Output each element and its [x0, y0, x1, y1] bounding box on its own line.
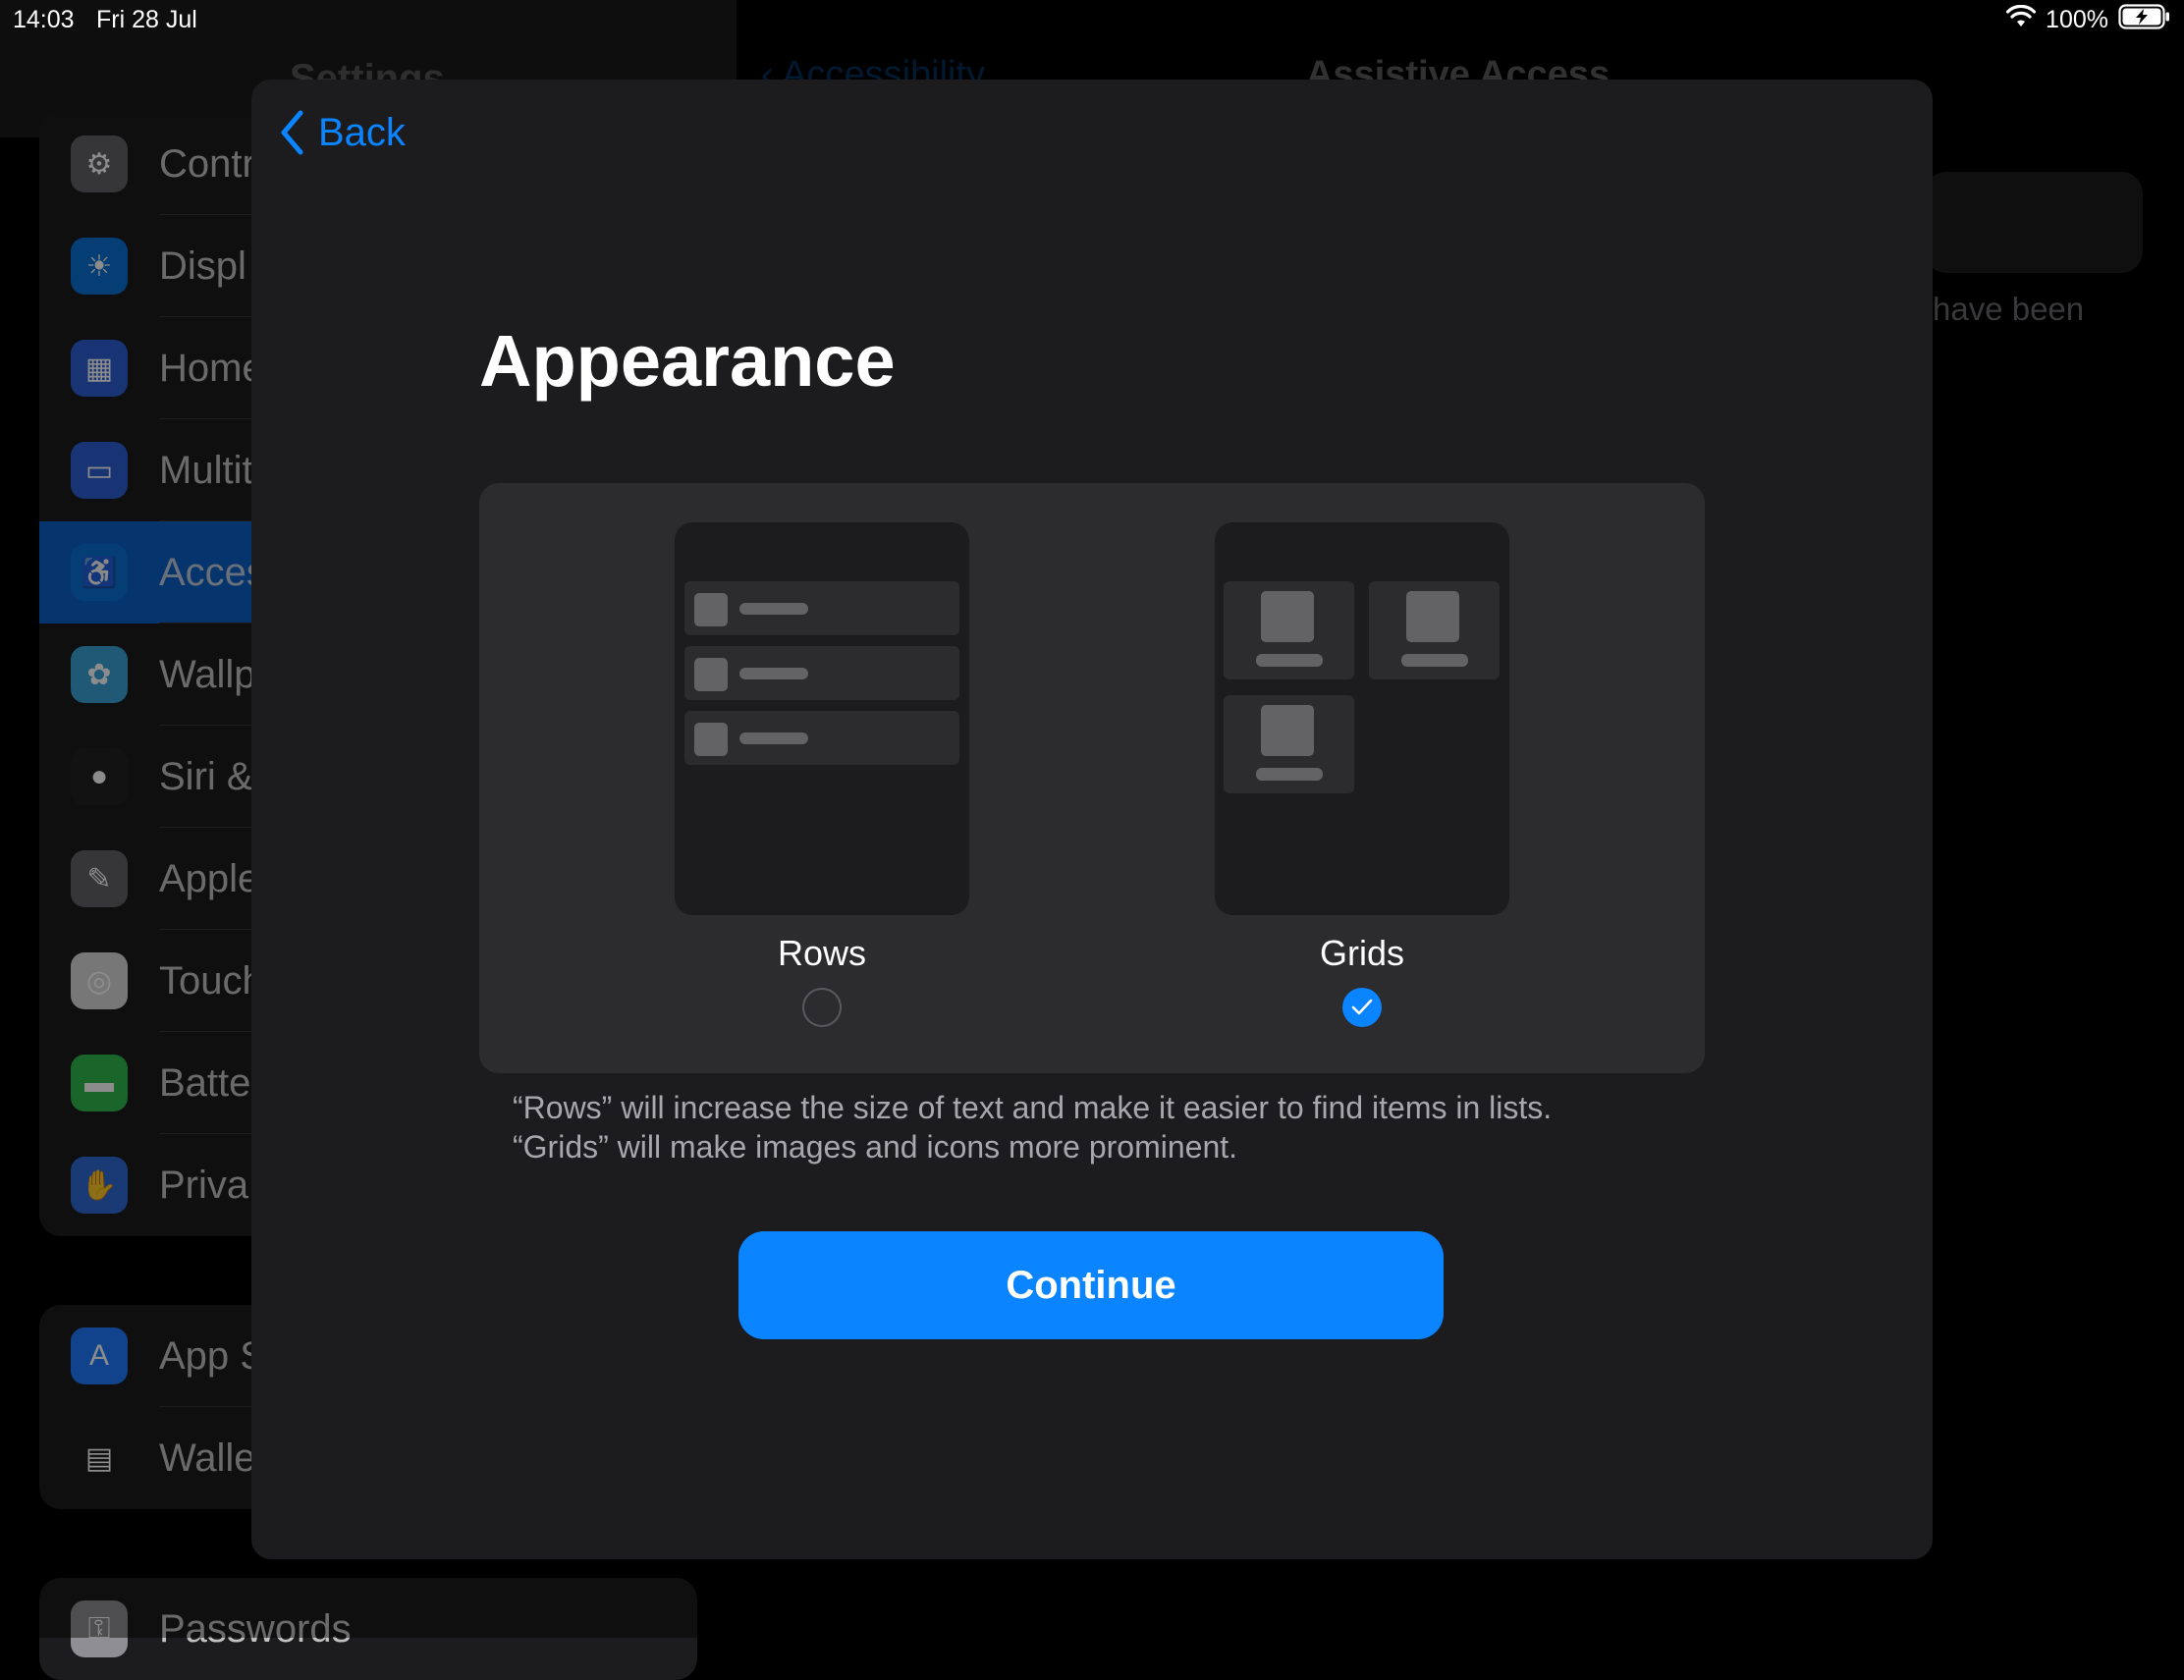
grids-radio[interactable]: [1342, 988, 1382, 1027]
option-rows[interactable]: Rows: [675, 522, 969, 1027]
wifi-icon: [2005, 4, 2037, 35]
appearance-options: Rows Grids: [479, 483, 1705, 1073]
status-date: Fri 28 Jul: [96, 6, 197, 33]
rows-preview: [675, 522, 969, 915]
grids-preview: [1215, 522, 1509, 915]
preview-row: [684, 581, 959, 635]
option-label-grids: Grids: [1319, 933, 1404, 973]
chevron-left-icon: [281, 110, 303, 155]
page-title: Appearance: [479, 320, 896, 402]
back-button[interactable]: Back: [279, 109, 406, 156]
back-label: Back: [318, 110, 406, 154]
status-right: 100%: [2005, 4, 2171, 36]
battery-charging-icon: [2118, 4, 2171, 36]
preview-tile: [1224, 695, 1354, 793]
footnote-line: “Grids” will make images and icons more …: [513, 1129, 1238, 1165]
battery-percent: 100%: [2046, 6, 2108, 33]
continue-button[interactable]: Continue: [738, 1231, 1444, 1339]
rows-radio[interactable]: [802, 988, 842, 1027]
preview-row: [684, 646, 959, 700]
appearance-sheet: Back Appearance Rows Grids “Rows” will i…: [251, 80, 1933, 1559]
appearance-footnote: “Rows” will increase the size of text an…: [513, 1088, 1552, 1166]
status-time: 14:03: [13, 6, 75, 33]
preview-tile: [1224, 581, 1354, 679]
checkmark-icon: [1351, 999, 1373, 1015]
option-grids[interactable]: Grids: [1215, 522, 1509, 1027]
option-label-rows: Rows: [777, 933, 867, 973]
footnote-line: “Rows” will increase the size of text an…: [513, 1090, 1553, 1125]
status-bar: 14:03 Fri 28 Jul 100%: [0, 0, 2184, 39]
preview-row: [684, 711, 959, 765]
preview-tile: [1369, 581, 1500, 679]
